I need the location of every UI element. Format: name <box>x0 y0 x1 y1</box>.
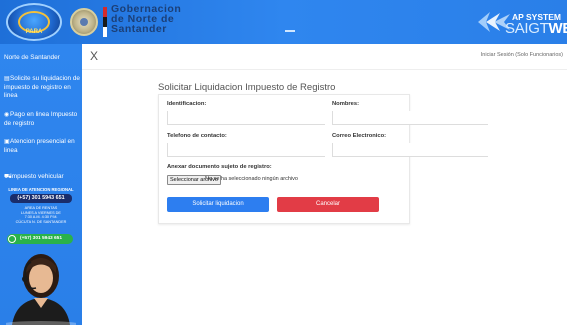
file-status: No se ha seleccionado ningún archivo <box>205 176 298 182</box>
department-logo: PARA <box>6 3 62 41</box>
brand-bold: SAIGT <box>505 20 549 37</box>
government-title: Gobernacion de Norte de Santander <box>111 4 181 35</box>
sidebar-item-atencion[interactable]: ▣Atencion presencial en linea <box>4 138 80 155</box>
contact-hours: AREA DE RENTAS LUNES A VIERNES DE 7:30 A… <box>6 206 76 224</box>
identificacion-label: Identificacion: <box>167 101 207 107</box>
nombres-input[interactable] <box>332 111 488 125</box>
cancel-button[interactable]: Cancelar <box>277 197 379 212</box>
correo-input[interactable] <box>332 143 488 157</box>
sidebar-item-label: Solicite su liquidacion de impuesto de r… <box>4 75 80 99</box>
app-header: PARA Gobernacion de Norte de Santander A… <box>0 0 567 44</box>
sidebar-item-label: Impuesto vehicular <box>10 173 64 180</box>
brand-end: WEB <box>548 20 567 37</box>
contact-title: LINEA DE ATENCION REGIONAL <box>8 187 74 192</box>
file-label: Anexar documento sujeto de registro: <box>167 164 272 170</box>
close-icon[interactable]: X <box>90 49 98 63</box>
submit-button[interactable]: Solicitar liquidacion <box>167 197 269 212</box>
support-agent-illustration <box>6 254 76 325</box>
nombres-label: Nombres: <box>332 101 360 107</box>
whatsapp-number: (+57) 301 5943 651 <box>20 236 63 241</box>
contact-info: LINEA DE ATENCION REGIONAL (+57) 301 594… <box>6 187 76 224</box>
login-link[interactable]: Iniciar Sesión (Solo Funcionarios) <box>481 52 563 58</box>
form-title: Solicitar Liquidacion Impuesto de Regist… <box>158 82 336 93</box>
whatsapp-icon <box>8 235 16 243</box>
sidebar-item-label: Pago en linea Impuesto de registro <box>4 111 78 127</box>
sidebar-item-label: Atencion presencial en linea <box>4 138 75 154</box>
correo-label: Correo Electronico: <box>332 133 387 139</box>
gov-title-line3: Santander <box>111 23 167 35</box>
brand-name: SAIGTWEB <box>505 20 567 37</box>
identificacion-input[interactable] <box>167 111 325 125</box>
government-seal-icon <box>70 8 98 36</box>
department-flag-icon <box>103 7 107 37</box>
header-divider <box>285 30 295 32</box>
sidebar-item-vehicular[interactable]: ⛟Impuesto vehicular <box>4 173 80 182</box>
contact-hours-line: CÚCUTA N. DE SANTANDER <box>15 219 67 224</box>
contact-phone: (+57) 301 5943 651 <box>10 194 72 203</box>
logo-text: PARA <box>25 29 43 35</box>
sidebar-title[interactable]: Norte de Santander <box>4 54 80 63</box>
whatsapp-link[interactable]: (+57) 301 5943 651 <box>7 234 73 244</box>
sidebar-item-liquidacion[interactable]: ▤Solicite su liquidacion de impuesto de … <box>4 75 80 101</box>
sidebar: Norte de Santander ▤Solicite su liquidac… <box>0 44 82 325</box>
telefono-input[interactable] <box>167 143 325 157</box>
telefono-label: Telefono de contacto: <box>167 133 227 139</box>
sidebar-item-pago[interactable]: ◉Pago en linea Impuesto de registro <box>4 111 80 128</box>
top-bar: X Iniciar Sesión (Solo Funcionarios) <box>82 44 567 70</box>
